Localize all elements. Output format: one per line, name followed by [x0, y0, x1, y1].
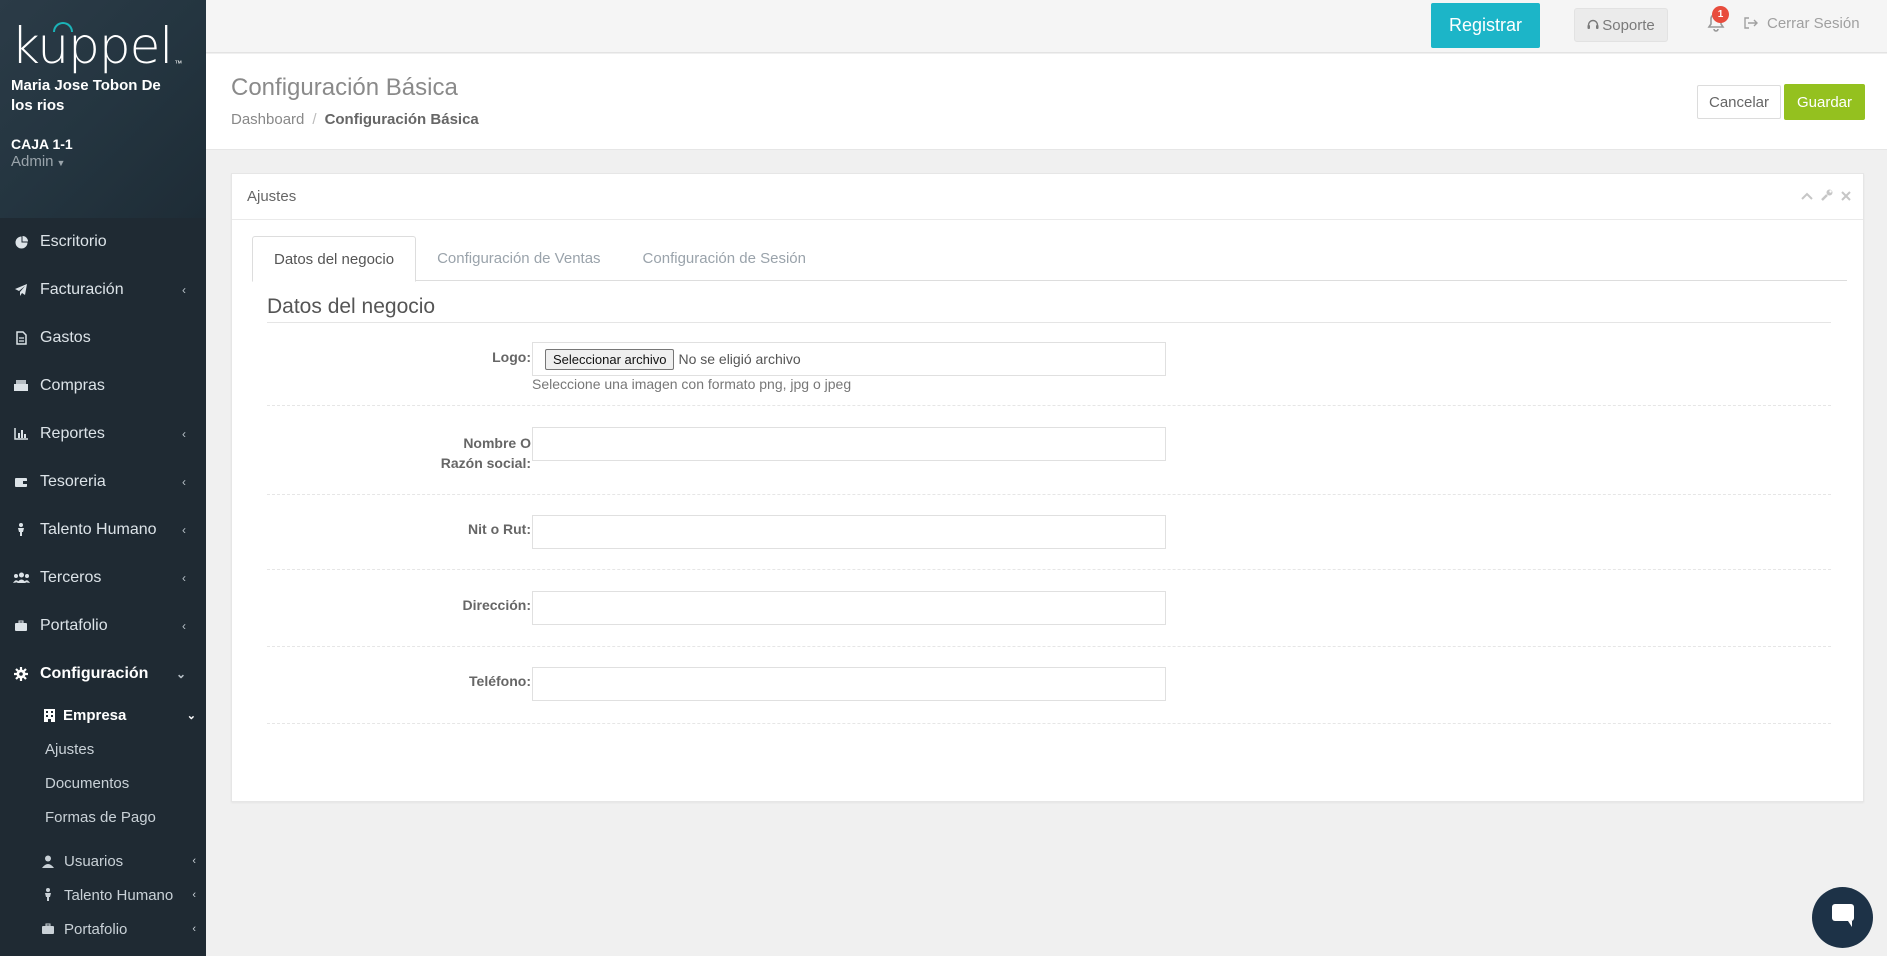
panel-header: Ajustes: [232, 174, 1863, 220]
caret-down-icon: ▼: [56, 158, 66, 168]
bar-chart-icon: [12, 427, 30, 441]
sidebar-menu: Escritorio Facturación ‹ Gastos Compras …: [0, 218, 206, 698]
chevron-left-icon: ‹: [182, 571, 186, 585]
briefcase-icon: [12, 619, 30, 633]
tab-configuracion-sesion[interactable]: Configuración de Sesión: [622, 236, 827, 281]
direccion-row: Dirección:: [267, 571, 1831, 647]
chevron-left-icon: ‹: [182, 283, 186, 297]
headset-icon: [1587, 19, 1599, 31]
sidebar-item-reportes[interactable]: Reportes ‹: [0, 410, 206, 458]
role-dropdown[interactable]: Admin ▼: [11, 153, 196, 170]
chevron-left-icon: ‹: [192, 855, 196, 867]
sidebar-item-empresa[interactable]: Empresa ⌄: [0, 698, 206, 732]
logo-row: Logo: Seleccionar archivo No se eligió a…: [267, 323, 1831, 406]
sidebar-item-portafolio[interactable]: Portafolio ‹: [0, 602, 206, 650]
select-file-button[interactable]: Seleccionar archivo: [545, 348, 675, 370]
boxes-icon: [12, 379, 30, 393]
logout-link[interactable]: Cerrar Sesión: [1744, 15, 1860, 32]
sidebar-item-terceros[interactable]: Terceros ‹: [0, 554, 206, 602]
wrench-icon[interactable]: [1821, 189, 1833, 204]
direccion-input[interactable]: [532, 591, 1166, 625]
registrar-button[interactable]: Registrar: [1431, 3, 1540, 48]
telefono-label: Teléfono:: [469, 673, 531, 689]
chevron-left-icon: ‹: [192, 889, 196, 901]
sidebar-item-configuracion[interactable]: Configuración ⌄: [0, 650, 206, 698]
sidebar-item-tesoreria[interactable]: Tesoreria ‹: [0, 458, 206, 506]
chevron-left-icon: ‹: [192, 923, 196, 935]
soporte-button[interactable]: Soporte: [1574, 8, 1668, 42]
chat-icon: [1828, 901, 1858, 934]
chevron-down-icon: ⌄: [175, 667, 186, 681]
settings-panel: Ajustes Datos del negocio Configuración …: [231, 173, 1864, 802]
nit-input[interactable]: [532, 515, 1166, 549]
caja-label: CAJA 1-1: [11, 136, 73, 152]
logo-help-text: Seleccione una imagen con formato png, j…: [532, 376, 852, 392]
telefono-row: Teléfono:: [267, 648, 1831, 724]
topbar: Registrar Soporte 1 Cerrar Sesión: [206, 0, 1887, 53]
breadcrumb: Dashboard / Configuración Básica: [231, 111, 479, 128]
file-icon: [12, 331, 30, 345]
cancel-button[interactable]: Cancelar: [1697, 85, 1781, 119]
file-status: No se eligió archivo: [678, 351, 801, 367]
users-icon: [12, 571, 30, 585]
chevron-left-icon: ‹: [182, 475, 186, 489]
chat-button[interactable]: [1812, 887, 1873, 948]
nit-row: Nit o Rut:: [267, 496, 1831, 570]
wallet-icon: [12, 475, 30, 489]
panel-title: Ajustes: [247, 188, 297, 205]
sidebar: kuppel ™ Maria Jose Tobon De los rios CAJ…: [0, 0, 206, 956]
building-icon: [44, 708, 55, 722]
sidebar-item-formas-de-pago[interactable]: Formas de Pago: [0, 800, 206, 834]
chevron-left-icon: ‹: [182, 523, 186, 537]
sidebar-item-portafolio-config[interactable]: Portafolio ‹: [0, 912, 206, 946]
sidebar-item-facturacion[interactable]: Facturación ‹: [0, 266, 206, 314]
breadcrumb-dashboard[interactable]: Dashboard: [231, 111, 304, 128]
person-icon: [12, 523, 30, 537]
tabs: Datos del negocio Configuración de Venta…: [252, 236, 1847, 282]
section-title: Datos del negocio: [267, 295, 436, 318]
sidebar-item-escritorio[interactable]: Escritorio: [0, 218, 206, 266]
user-icon: [40, 855, 56, 868]
tab-datos-del-negocio[interactable]: Datos del negocio: [252, 236, 417, 282]
nombre-row: Nombre O Razón social:: [267, 407, 1831, 495]
person-icon: [40, 888, 56, 902]
save-button[interactable]: Guardar: [1784, 84, 1865, 120]
sidebar-item-talento-humano-config[interactable]: Talento Humano ‹: [0, 878, 206, 912]
tab-configuracion-ventas[interactable]: Configuración de Ventas: [416, 236, 621, 281]
sidebar-item-gastos[interactable]: Gastos: [0, 314, 206, 362]
sidebar-item-compras[interactable]: Compras: [0, 362, 206, 410]
logo-label: Logo:: [492, 349, 531, 365]
sidebar-item-documentos[interactable]: Documentos: [0, 766, 206, 800]
panel-tools: [1801, 189, 1851, 204]
sidebar-item-talento-humano[interactable]: Talento Humano ‹: [0, 506, 206, 554]
breadcrumb-separator: /: [312, 111, 317, 128]
sidebar-header: kuppel ™ Maria Jose Tobon De los rios CAJ…: [0, 0, 206, 218]
sidebar-item-ajustes[interactable]: Ajustes: [0, 732, 206, 766]
logo-file-input[interactable]: Seleccionar archivo No se eligió archivo: [532, 342, 1166, 376]
paper-plane-icon: [12, 283, 30, 297]
user-name: Maria Jose Tobon De los rios: [11, 77, 161, 114]
pie-chart-icon: [12, 235, 30, 249]
breadcrumb-current: Configuración Básica: [324, 111, 479, 128]
nombre-input[interactable]: [532, 427, 1166, 461]
sign-out-icon: [1744, 16, 1758, 32]
collapse-icon[interactable]: [1801, 189, 1813, 204]
page-header: Configuración Básica Dashboard / Configu…: [206, 54, 1887, 150]
config-submenu: Usuarios ‹ Talento Humano ‹ Portafolio ‹: [0, 844, 206, 946]
briefcase-icon: [40, 923, 56, 935]
direccion-label: Dirección:: [462, 597, 531, 613]
chevron-left-icon: ‹: [182, 427, 186, 441]
telefono-input[interactable]: [532, 667, 1166, 701]
gear-icon: [12, 667, 30, 681]
notification-badge: 1: [1712, 6, 1729, 23]
page-title: Configuración Básica: [231, 74, 458, 101]
chevron-down-icon: ⌄: [186, 709, 196, 722]
empresa-submenu: Empresa ⌄ Ajustes Documentos Formas de P…: [0, 698, 206, 834]
nit-label: Nit o Rut:: [468, 521, 531, 537]
close-icon[interactable]: [1841, 189, 1851, 204]
kuppel-logo[interactable]: kuppel ™: [11, 18, 182, 74]
sidebar-item-usuarios[interactable]: Usuarios ‹: [0, 844, 206, 878]
chevron-left-icon: ‹: [182, 619, 186, 633]
nombre-label: Nombre O Razón social:: [440, 435, 531, 471]
